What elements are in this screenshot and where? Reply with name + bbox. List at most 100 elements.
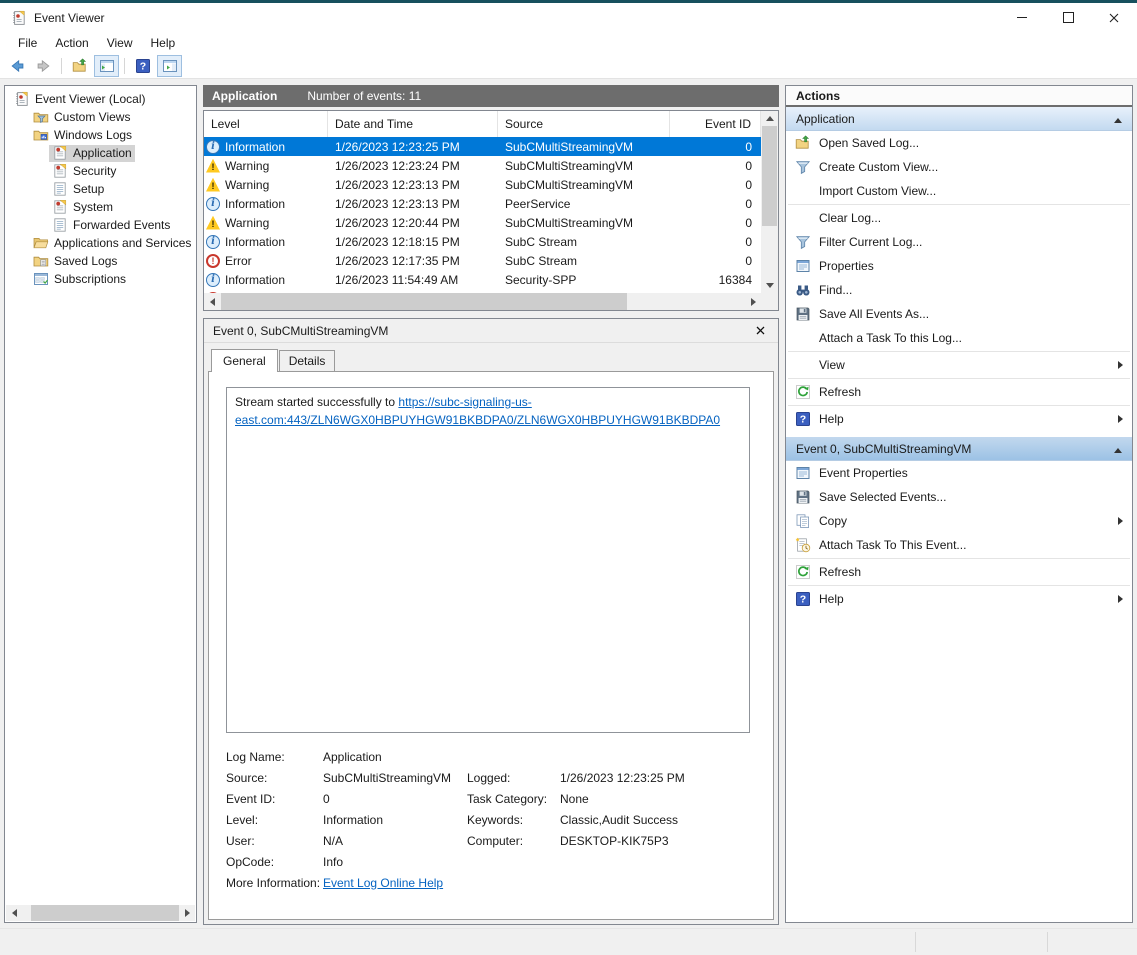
action-attach-task-to-this-event[interactable]: Attach Task To This Event...	[786, 533, 1132, 557]
forward-button[interactable]	[31, 55, 56, 77]
action-copy[interactable]: Copy	[786, 509, 1132, 533]
action-refresh[interactable]: Refresh	[786, 380, 1132, 404]
help-button[interactable]	[130, 55, 155, 77]
action-help[interactable]: Help	[786, 587, 1132, 611]
menu-view[interactable]: View	[98, 34, 142, 52]
field-label: Computer:	[467, 834, 560, 848]
tree-item-setup[interactable]: Setup	[7, 180, 194, 198]
scroll-thumb[interactable]	[221, 293, 627, 310]
table-row[interactable]: Warning1/26/2023 12:23:13 PMSubCMultiStr…	[204, 175, 761, 194]
close-button[interactable]	[1091, 3, 1137, 32]
show-console-tree-button[interactable]	[94, 55, 119, 77]
table-row[interactable]: Information1/26/2023 12:23:25 PMSubCMult…	[204, 137, 761, 156]
maximize-button[interactable]	[1045, 3, 1091, 32]
field-value: Classic,Audit Success	[560, 813, 755, 827]
action-event-properties[interactable]: Event Properties	[786, 461, 1132, 485]
tree-item-event-viewer-local[interactable]: Event Viewer (Local)	[7, 90, 194, 108]
table-row[interactable]: Information1/26/2023 11:54:49 AMSecurity…	[204, 270, 761, 289]
tree-item-security[interactable]: Security	[7, 162, 194, 180]
column-header-source[interactable]: Source	[498, 111, 670, 137]
detail-close-button[interactable]	[751, 322, 769, 340]
action-properties[interactable]: Properties	[786, 254, 1132, 278]
action-refresh[interactable]: Refresh	[786, 560, 1132, 584]
scroll-right-icon[interactable]	[745, 293, 761, 310]
column-header-event-id[interactable]: Event ID	[670, 111, 761, 137]
tab-general[interactable]: General	[211, 349, 278, 372]
scroll-left-icon[interactable]	[204, 293, 220, 310]
table-row[interactable]: Warning1/26/2023 12:23:24 PMSubCMultiStr…	[204, 156, 761, 175]
action-view[interactable]: View	[786, 353, 1132, 377]
detail-title: Event 0, SubCMultiStreamingVM	[213, 324, 388, 338]
minimize-button[interactable]	[999, 3, 1045, 32]
log-event-icon	[52, 199, 68, 215]
action-save-selected-events[interactable]: Save Selected Events...	[786, 485, 1132, 509]
events-vertical-scrollbar[interactable]	[761, 111, 778, 293]
table-body: Information1/26/2023 12:23:25 PMSubCMult…	[204, 137, 761, 293]
action-help[interactable]: Help	[786, 407, 1132, 431]
field-label: Level:	[226, 813, 323, 827]
level-cell: Information	[204, 140, 328, 154]
scroll-thumb[interactable]	[762, 126, 777, 226]
tree-item-application[interactable]: Application	[7, 144, 194, 162]
column-header-level[interactable]: Level	[204, 111, 328, 137]
tree-item-subscriptions[interactable]: Subscriptions	[7, 270, 194, 288]
table-row[interactable]: Error1/26/2023 12:17:35 PMSubC Stream0	[204, 251, 761, 270]
table-row[interactable]: Information1/26/2023 12:18:15 PMSubC Str…	[204, 232, 761, 251]
action-open-saved-log[interactable]: Open Saved Log...	[786, 131, 1132, 155]
event-id-cell: 0	[670, 197, 761, 211]
tree-item-system[interactable]: System	[7, 198, 194, 216]
scroll-up-icon[interactable]	[761, 111, 778, 126]
menu-file[interactable]: File	[9, 34, 46, 52]
tab-details[interactable]: Details	[279, 350, 336, 371]
menu-action[interactable]: Action	[46, 34, 97, 52]
events-horizontal-scrollbar[interactable]	[204, 293, 761, 310]
action-import-custom-view[interactable]: Import Custom View...	[786, 179, 1132, 203]
datetime-cell: 1/26/2023 12:23:24 PM	[328, 159, 498, 173]
icon-spacer	[795, 183, 811, 199]
scroll-down-icon[interactable]	[761, 278, 778, 293]
scroll-right-icon[interactable]	[179, 905, 195, 921]
field-value: Information	[323, 813, 467, 827]
log-plain-icon	[52, 181, 68, 197]
show-action-pane-button[interactable]	[157, 55, 182, 77]
level-text: Information	[225, 140, 285, 154]
datetime-cell: 1/26/2023 12:23:13 PM	[328, 197, 498, 211]
general-tab-page: Stream started successfully to https://s…	[208, 371, 774, 920]
field-label: OpCode:	[226, 855, 323, 869]
tree-horizontal-scrollbar[interactable]	[6, 905, 195, 921]
tree-item-forwarded-events[interactable]: Forwarded Events	[7, 216, 194, 234]
log-event-icon	[52, 145, 68, 161]
action-create-custom-view[interactable]: Create Custom View...	[786, 155, 1132, 179]
tree-item-custom-views[interactable]: Custom Views	[7, 108, 194, 126]
source-cell: SubCMultiStreamingVM	[498, 159, 670, 173]
tree-item-label: Security	[73, 164, 116, 178]
tree-item-applications-and-services-logs[interactable]: Applications and Services Logs	[7, 234, 194, 252]
action-filter-current-log[interactable]: Filter Current Log...	[786, 230, 1132, 254]
action-save-all-events-as[interactable]: Save All Events As...	[786, 302, 1132, 326]
source-cell: SubC Stream	[498, 254, 670, 268]
table-row[interactable]: Information1/26/2023 12:23:13 PMPeerServ…	[204, 194, 761, 213]
actions-section-application[interactable]: Application	[786, 107, 1132, 131]
action-find[interactable]: Find...	[786, 278, 1132, 302]
collapse-icon[interactable]	[1114, 112, 1122, 126]
open-saved-log-button[interactable]	[67, 55, 92, 77]
tree-item-label: Applications and Services Logs	[54, 236, 194, 250]
open-folder-icon	[795, 135, 811, 151]
scroll-thumb[interactable]	[31, 905, 179, 921]
field-value-link[interactable]: Event Log Online Help	[323, 876, 467, 890]
actions-section-event-0-subcmultistreamingvm[interactable]: Event 0, SubCMultiStreamingVM	[786, 437, 1132, 461]
icon-spacer	[795, 330, 811, 346]
source-cell: Security-SPP	[498, 273, 670, 287]
back-button[interactable]	[4, 55, 29, 77]
action-attach-a-task-to-this-log[interactable]: Attach a Task To this Log...	[786, 326, 1132, 350]
menu-help[interactable]: Help	[142, 34, 185, 52]
scroll-left-icon[interactable]	[6, 905, 22, 921]
action-clear-log[interactable]: Clear Log...	[786, 206, 1132, 230]
column-header-date-and-time[interactable]: Date and Time	[328, 111, 498, 137]
collapse-icon[interactable]	[1114, 442, 1122, 456]
table-row[interactable]: Warning1/26/2023 12:20:44 PMSubCMultiStr…	[204, 213, 761, 232]
tree-item-saved-logs[interactable]: Saved Logs	[7, 252, 194, 270]
field-row: Log Name:Application	[226, 746, 755, 767]
tree-item-windows-logs[interactable]: Windows Logs	[7, 126, 194, 144]
warning-icon	[206, 178, 220, 192]
